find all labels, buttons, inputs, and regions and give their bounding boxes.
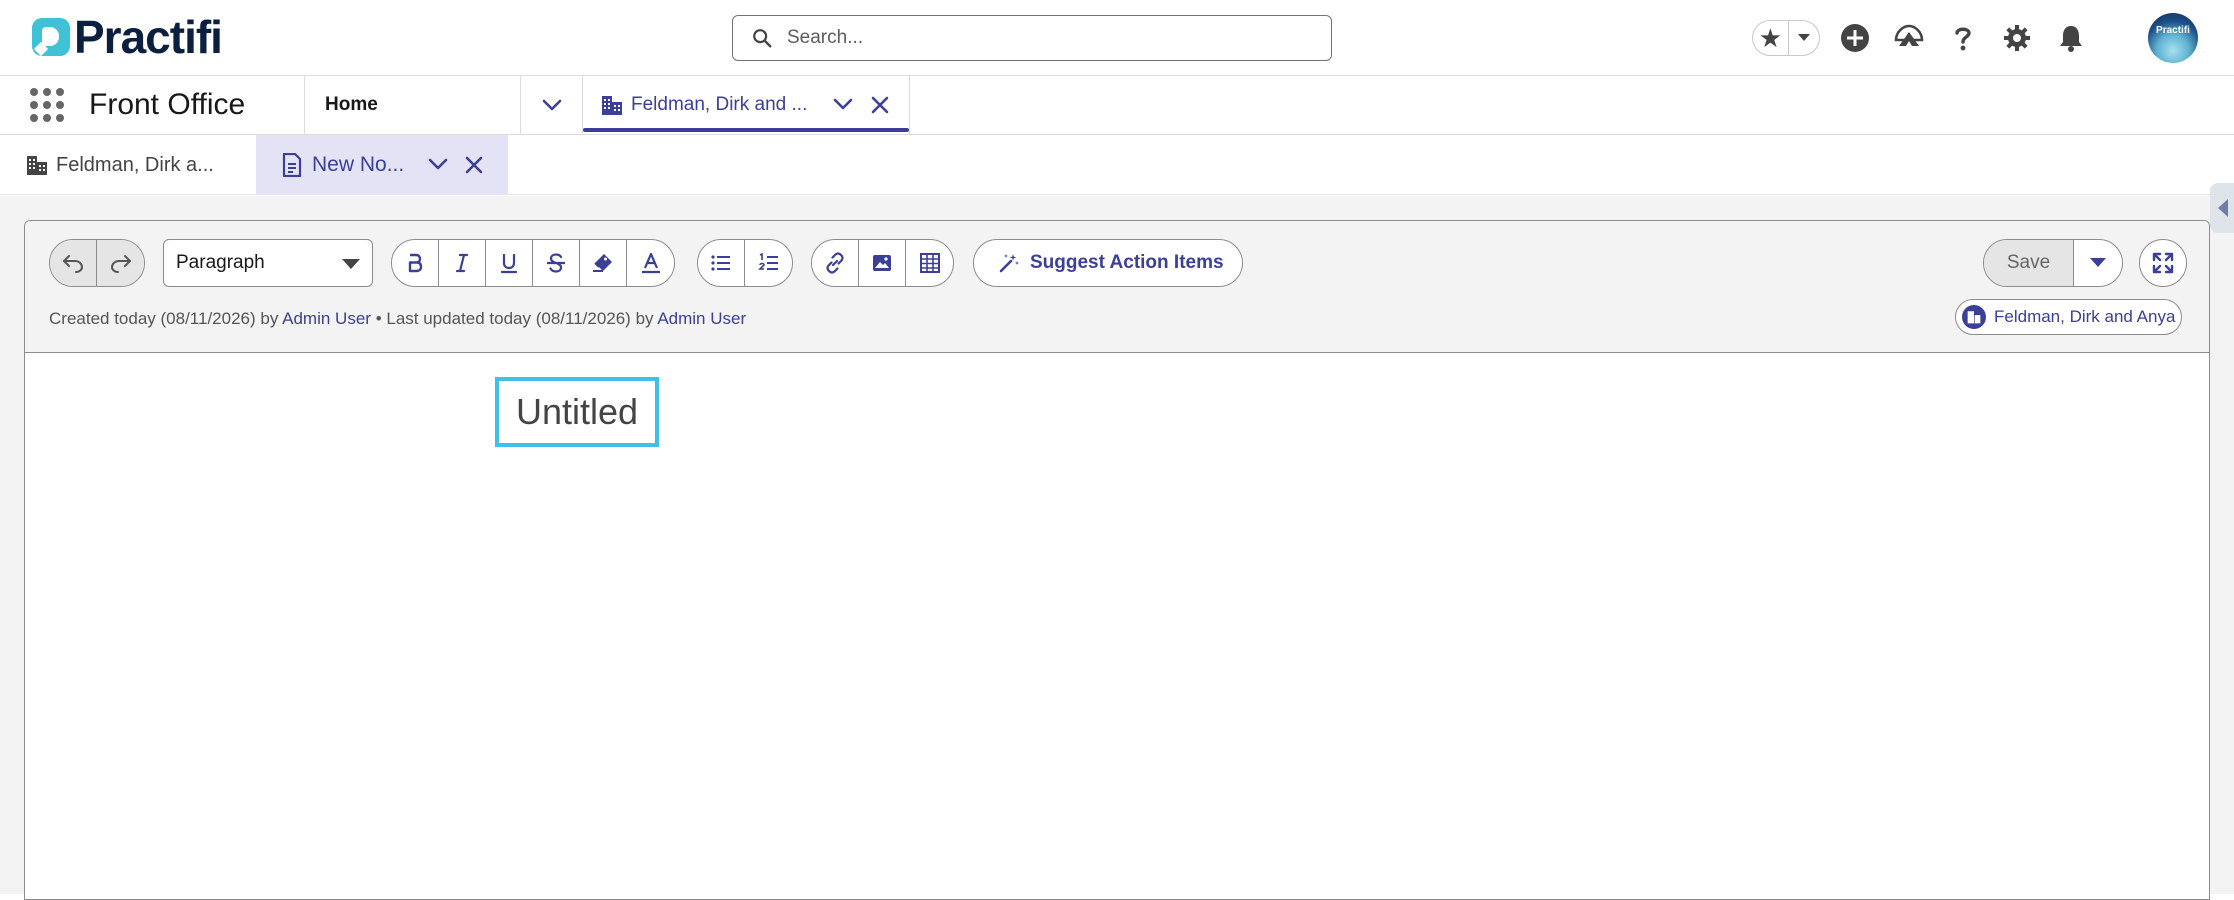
household-building-icon [1962,305,1986,329]
redo-icon[interactable] [97,240,144,286]
user-avatar[interactable]: Practifi [2148,13,2198,63]
undo-icon[interactable] [50,240,97,286]
tab-close-icon[interactable] [871,96,889,114]
utility-panel-handle-icon[interactable] [2210,183,2234,233]
note-editor: Paragraph Suggest Action Items Save Crea… [24,220,2210,900]
app-name: Front Office [89,88,246,121]
font-color-icon[interactable] [627,240,674,286]
italic-icon[interactable] [439,240,486,286]
insert-link-icon[interactable] [812,240,859,286]
save-options-dropdown-icon[interactable] [2074,240,2122,286]
bulleted-list-icon[interactable] [698,240,745,286]
note-metadata: Created today (08/11/2026) by Admin User… [49,309,746,329]
numbered-list-icon[interactable] [745,240,792,286]
history-group [49,239,145,287]
subtab-label: Feldman, Dirk a... [56,153,214,176]
paragraph-format-select[interactable]: Paragraph [163,239,373,287]
global-search[interactable] [732,15,1332,61]
subtab-bar: Feldman, Dirk a... New No... [0,135,2234,195]
remove-formatting-eraser-icon[interactable] [580,240,627,286]
setup-gear-icon[interactable] [1998,19,2036,57]
favorites-dropdown-icon[interactable] [1787,21,1819,55]
list-group [697,239,793,287]
suggest-action-items-button[interactable]: Suggest Action Items [973,239,1243,287]
logo-text: Practifi [74,11,223,63]
created-by-link[interactable]: Admin User [282,309,371,328]
strikethrough-icon[interactable] [533,240,580,286]
bold-icon[interactable] [392,240,439,286]
related-record-label: Feldman, Dirk and Anya [1994,307,2176,326]
magic-wand-icon [999,254,1019,273]
created-text: Created today (08/11/2026) by [49,309,279,328]
insert-image-icon[interactable] [859,240,906,286]
practifi-logo[interactable]: Practifi [32,11,223,63]
underline-icon[interactable] [486,240,533,286]
subtab-close-icon[interactable] [465,156,483,174]
trailhead-guidance-icon[interactable] [1890,19,1928,57]
practifi-logo-icon [32,18,70,56]
favorite-star-icon[interactable]: ★ [1753,21,1788,55]
workspace-tab-household[interactable]: Feldman, Dirk and ... [582,76,910,134]
app-navigation-bar: Front Office Home Feldman, Dirk and ... [0,76,2234,135]
household-building-icon [602,96,622,115]
global-header: Practifi ★ Practifi [0,0,2234,76]
app-launcher-icon[interactable] [30,88,64,122]
subtab-new-note[interactable]: New No... [256,135,508,195]
household-building-icon [27,156,47,175]
favorites-group: ★ [1752,20,1820,56]
note-document-icon [282,153,302,177]
save-button-group: Save [1983,239,2123,287]
tab-chevron-down-icon[interactable] [833,96,853,112]
editor-toolbar: Paragraph Suggest Action Items Save Crea… [25,221,2209,353]
workspace-tab-label: Feldman, Dirk and ... [631,94,808,115]
avatar-logo-text: Practifi [2156,25,2190,36]
help-icon[interactable] [1944,19,1982,57]
nav-item-home[interactable]: Home [304,76,520,134]
search-input[interactable] [785,26,1305,50]
suggest-action-items-label: Suggest Action Items [1030,252,1224,273]
notifications-bell-icon[interactable] [2052,19,2090,57]
subtab-label: New No... [312,153,405,176]
header-actions: ★ [1752,17,2090,59]
nav-menu-chevron-down-icon[interactable] [520,76,582,134]
search-icon [753,29,772,48]
related-record-pill[interactable]: Feldman, Dirk and Anya [1955,299,2183,335]
insert-group [811,239,954,287]
expand-fullscreen-icon[interactable] [2139,239,2187,287]
save-button[interactable]: Save [1984,240,2074,286]
text-format-group [391,239,675,287]
note-title-field[interactable]: Untitled [495,377,659,447]
subtab-chevron-down-icon[interactable] [428,156,448,172]
subtab-household-record[interactable]: Feldman, Dirk a... [0,135,256,195]
global-actions-add-icon[interactable] [1836,19,1874,57]
format-select-value: Paragraph [176,252,265,273]
insert-table-icon[interactable] [906,240,953,286]
updated-by-link[interactable]: Admin User [657,309,746,328]
select-caret-icon [342,259,360,269]
updated-text: • Last updated today (08/11/2026) by [375,309,654,328]
